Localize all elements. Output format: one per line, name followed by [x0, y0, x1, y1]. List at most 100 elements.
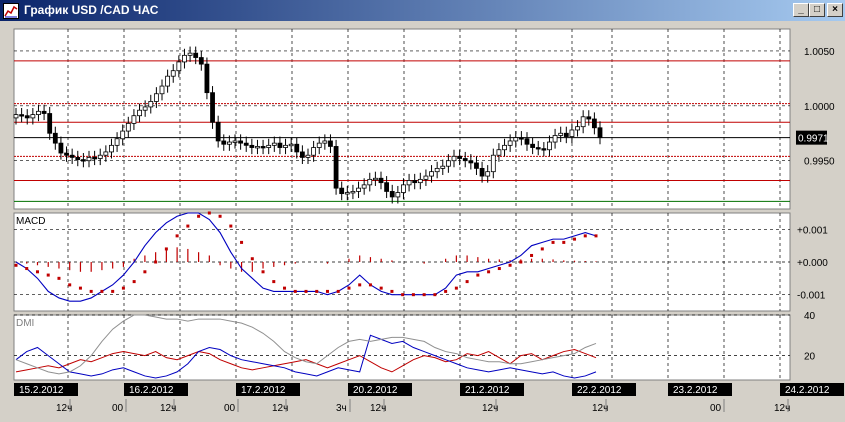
signal-dot — [121, 286, 125, 290]
candle-body — [182, 54, 187, 63]
candle-body — [283, 144, 288, 148]
date-label: 15.2.2012 — [19, 385, 64, 396]
signal-dot — [78, 286, 82, 290]
candle-body — [563, 132, 569, 137]
hour-label: 12ч — [370, 403, 386, 414]
signal-dot — [368, 283, 372, 287]
candle-body — [445, 160, 451, 167]
signal-dot — [358, 283, 362, 287]
chart-area[interactable]: 1.0050 1.0000 0.9950 0.9971 +0.001 +0.000 -0.… — [0, 21, 845, 422]
candle-body — [490, 154, 496, 173]
candle-body — [328, 140, 333, 147]
hour-label: 12ч — [272, 403, 288, 414]
candle-body — [518, 137, 524, 140]
candle-body — [524, 138, 530, 145]
price-tick-label: 1.0000 — [804, 102, 835, 113]
candle-body — [114, 138, 120, 146]
price-tick-label: 0.9950 — [804, 157, 835, 168]
date-label: 23.2.2012 — [673, 385, 718, 396]
date-label: 20.2.2012 — [353, 385, 398, 396]
signal-dot — [562, 240, 566, 244]
candle-body — [221, 140, 227, 145]
candle-body — [440, 165, 446, 169]
signal-dot — [411, 293, 415, 297]
dmi-tick-label: 20 — [804, 352, 816, 363]
candle-body — [204, 63, 210, 94]
macd-panel[interactable]: +0.001 +0.000 -0.001 MACD — [13, 211, 828, 312]
candle-body — [547, 141, 552, 151]
signal-dot — [14, 263, 18, 267]
candle-body — [305, 154, 311, 158]
candle-body — [52, 132, 58, 144]
candle-body — [350, 191, 356, 194]
candle-body — [361, 184, 367, 189]
price-panel[interactable]: 1.0050 1.0000 0.9950 0.9971 — [13, 28, 835, 210]
macd-title: MACD — [16, 216, 45, 227]
signal-dot — [476, 273, 480, 277]
current-price-label: 0.9971 — [798, 134, 829, 145]
signal-dot — [551, 240, 555, 244]
date-label: 16.2.2012 — [129, 385, 174, 396]
candle-body — [125, 122, 131, 132]
candle-body — [153, 93, 159, 102]
candle-body — [232, 140, 238, 143]
candle-body — [468, 160, 474, 164]
date-label: 22.2.2012 — [577, 385, 622, 396]
candle-body — [30, 114, 36, 119]
candle-body — [24, 115, 30, 119]
candle-body — [97, 154, 103, 159]
signal-dot — [444, 289, 448, 293]
signal-dot — [465, 280, 469, 284]
candle-body — [142, 106, 148, 111]
signal-dot — [390, 289, 394, 293]
panel-background — [13, 28, 791, 210]
candle-body — [586, 116, 592, 120]
signal-dot — [250, 257, 254, 261]
signal-dot — [89, 289, 93, 293]
signal-dot — [207, 211, 211, 215]
macd-tick-label: +0.000 — [797, 258, 828, 269]
candle-body — [19, 114, 25, 117]
candle-body — [507, 140, 513, 146]
candle-body — [64, 152, 69, 156]
candle-body — [356, 187, 361, 192]
signal-dot — [540, 247, 544, 251]
candle-body — [109, 144, 114, 153]
close-button[interactable]: × — [827, 3, 843, 17]
signal-dot — [197, 214, 201, 218]
candle-body — [389, 191, 395, 198]
signal-dot — [497, 267, 501, 271]
price-tick-label: 1.0050 — [804, 47, 835, 58]
candle-body — [41, 110, 47, 114]
candle-body — [322, 140, 328, 144]
candle-body — [580, 116, 586, 128]
hour-label: 12ч — [56, 403, 72, 414]
signal-dot — [229, 224, 233, 228]
dmi-panel[interactable]: 40 20 DMI — [13, 311, 816, 381]
candle-body — [311, 147, 317, 156]
candle-body — [288, 143, 294, 147]
candle-body — [462, 158, 468, 162]
candle-body — [344, 192, 350, 195]
candle-body — [513, 137, 519, 142]
window-titlebar[interactable]: График USD /CAD ЧАС _ □ × — [0, 0, 845, 21]
maximize-button[interactable]: □ — [809, 3, 825, 17]
candle-body — [434, 167, 440, 173]
time-axis: 15.2.2012 16.2.2012 17.2.2012 20.2.2012 21.2… — [14, 383, 844, 414]
signal-dot — [175, 234, 179, 238]
date-label: 21.2.2012 — [465, 385, 510, 396]
candle-body — [176, 61, 182, 72]
hour-label: 12ч — [482, 403, 498, 414]
candle-body — [558, 132, 564, 136]
candle-body — [148, 101, 154, 108]
candle-body — [165, 75, 171, 87]
candle-body — [541, 148, 547, 151]
candle-body — [198, 57, 204, 65]
candle-body — [591, 118, 597, 129]
signal-dot — [519, 260, 523, 264]
chart-app-icon — [3, 3, 19, 19]
date-label: 17.2.2012 — [241, 385, 286, 396]
candle-body — [412, 180, 418, 184]
minimize-button[interactable]: _ — [793, 3, 809, 17]
macd-tick-label: -0.001 — [797, 291, 826, 302]
